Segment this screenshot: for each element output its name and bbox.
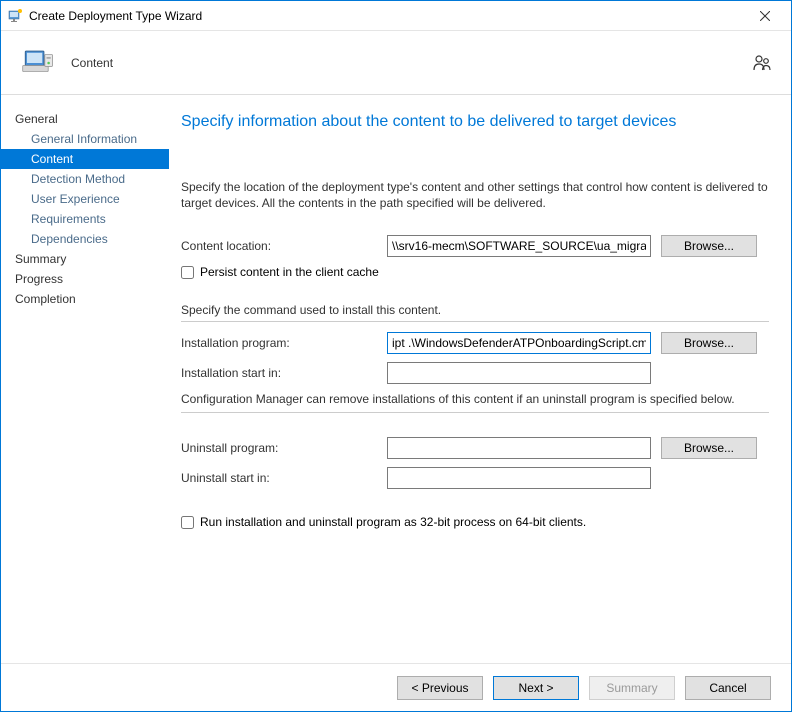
install-start-label: Installation start in: (181, 366, 377, 380)
sidebar-item-general-information[interactable]: General Information (15, 129, 165, 149)
people-icon (751, 52, 773, 74)
run32-row: Run installation and uninstall program a… (181, 515, 769, 529)
sidebar-item-detection-method[interactable]: Detection Method (15, 169, 165, 189)
close-button[interactable] (745, 2, 785, 30)
install-program-row: Installation program: Browse... (181, 332, 769, 354)
computer-icon (21, 46, 55, 80)
content-location-browse-button[interactable]: Browse... (661, 235, 757, 257)
persist-cache-row: Persist content in the client cache (181, 265, 769, 279)
summary-button: Summary (589, 676, 675, 700)
uninstall-start-row: Uninstall start in: (181, 467, 769, 489)
install-start-row: Installation start in: (181, 362, 769, 384)
install-start-input[interactable] (387, 362, 651, 384)
uninstall-program-input[interactable] (387, 437, 651, 459)
content-location-row: Content location: Browse... (181, 235, 769, 257)
window-title: Create Deployment Type Wizard (29, 9, 745, 23)
sidebar-item-summary[interactable]: Summary (15, 249, 165, 269)
run32-checkbox[interactable] (181, 516, 194, 529)
sidebar: General General Information Content Dete… (1, 95, 169, 663)
sidebar-item-user-experience[interactable]: User Experience (15, 189, 165, 209)
sidebar-item-general[interactable]: General (15, 109, 165, 129)
previous-button[interactable]: < Previous (397, 676, 483, 700)
install-program-input[interactable] (387, 332, 651, 354)
header-title: Content (71, 56, 113, 70)
uninstall-program-row: Uninstall program: Browse... (181, 437, 769, 459)
sidebar-item-dependencies[interactable]: Dependencies (15, 229, 165, 249)
wizard-icon (7, 8, 23, 24)
persist-cache-label: Persist content in the client cache (200, 265, 379, 279)
sidebar-item-content[interactable]: Content (1, 149, 169, 169)
uninstall-note: Configuration Manager can remove install… (181, 392, 769, 413)
install-section-label: Specify the command used to install this… (181, 303, 769, 322)
sidebar-item-progress[interactable]: Progress (15, 269, 165, 289)
footer: < Previous Next > Summary Cancel (1, 663, 791, 711)
content-description: Specify the location of the deployment t… (181, 179, 769, 211)
page-title: Specify information about the content to… (181, 113, 769, 131)
install-program-label: Installation program: (181, 336, 377, 350)
persist-cache-checkbox[interactable] (181, 266, 194, 279)
run32-label: Run installation and uninstall program a… (200, 515, 586, 529)
header: Content (1, 31, 791, 95)
install-program-browse-button[interactable]: Browse... (661, 332, 757, 354)
uninstall-start-label: Uninstall start in: (181, 471, 377, 485)
uninstall-program-browse-button[interactable]: Browse... (661, 437, 757, 459)
uninstall-program-label: Uninstall program: (181, 441, 377, 455)
content-location-label: Content location: (181, 239, 377, 253)
uninstall-start-input[interactable] (387, 467, 651, 489)
cancel-button[interactable]: Cancel (685, 676, 771, 700)
content-pane: Specify information about the content to… (169, 95, 791, 663)
next-button[interactable]: Next > (493, 676, 579, 700)
sidebar-item-completion[interactable]: Completion (15, 289, 165, 309)
content-location-input[interactable] (387, 235, 651, 257)
sidebar-item-requirements[interactable]: Requirements (15, 209, 165, 229)
body: General General Information Content Dete… (1, 95, 791, 663)
close-icon (760, 11, 770, 21)
titlebar: Create Deployment Type Wizard (1, 1, 791, 31)
